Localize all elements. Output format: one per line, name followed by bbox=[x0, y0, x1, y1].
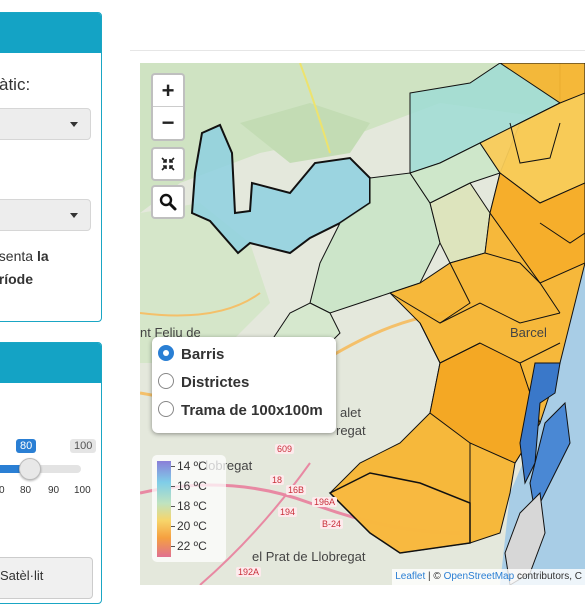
basemap-button-label: Satèl·lit bbox=[0, 568, 44, 583]
legend-label: 16 ºC bbox=[171, 479, 207, 493]
road-label: 196A bbox=[312, 497, 338, 507]
temperature-legend: 14 ºC 16 ºC 18 ºC 20 ºC 22 ºC bbox=[152, 455, 226, 562]
legend-label: 22 ºC bbox=[171, 539, 207, 553]
map-attribution: Leaflet | © OpenStreetMap contributors, … bbox=[392, 569, 585, 585]
road-label: 194 bbox=[278, 507, 298, 517]
layer-option-label: Trama de 100x100m bbox=[181, 402, 323, 419]
place-label: alet bbox=[340, 405, 361, 420]
radio-selected[interactable] bbox=[158, 345, 174, 361]
slider-tick: 90 bbox=[48, 485, 60, 496]
legend-label: 20 ºC bbox=[171, 519, 207, 533]
osm-link[interactable]: OpenStreetMap bbox=[444, 571, 515, 582]
road-label: 609 bbox=[275, 444, 295, 454]
slider-current-badge: 80 bbox=[16, 439, 37, 453]
settings-panel: àtic: esenta la eríode bbox=[0, 12, 102, 322]
map-view[interactable]: nt Feliu de Llobregat el Prat de Llobreg… bbox=[140, 63, 585, 585]
slider-tick: 0 bbox=[0, 485, 5, 496]
legend-color-ramp bbox=[157, 461, 171, 557]
description-line-1: esenta la bbox=[0, 248, 49, 264]
road-label: 16B bbox=[286, 485, 307, 495]
place-label: el Prat de Llobregat bbox=[252, 549, 366, 564]
zoom-out-button[interactable]: − bbox=[153, 107, 183, 138]
panel-header bbox=[0, 343, 101, 383]
variable-select[interactable] bbox=[0, 108, 91, 140]
place-label: Barcel bbox=[510, 325, 547, 340]
road-label: 192A bbox=[236, 567, 262, 577]
layer-option-trama[interactable]: Trama de 100x100m bbox=[158, 401, 323, 423]
place-label: regat bbox=[336, 423, 366, 438]
slider-tick: 80 bbox=[20, 485, 32, 496]
collapse-icon bbox=[161, 157, 175, 171]
search-icon bbox=[159, 193, 177, 211]
road-label: 18 bbox=[270, 475, 285, 485]
opacity-slider[interactable] bbox=[0, 458, 81, 480]
fullscreen-button[interactable] bbox=[151, 147, 185, 181]
divider bbox=[130, 50, 585, 51]
description-line-2: eríode bbox=[0, 271, 34, 287]
radio-unselected[interactable] bbox=[158, 373, 174, 389]
layer-option-label: Districtes bbox=[181, 374, 250, 391]
slider-handle[interactable] bbox=[19, 458, 41, 480]
zoom-in-button[interactable]: + bbox=[153, 75, 183, 107]
slider-max-badge: 100 bbox=[70, 439, 97, 453]
legend-label: 18 ºC bbox=[171, 499, 207, 513]
layer-selector: Barris Districtes Trama de 100x100m bbox=[152, 337, 336, 433]
opacity-panel: 80 100 0 80 90 100 Satèl·lit bbox=[0, 342, 102, 604]
chevron-down-icon bbox=[70, 122, 78, 127]
attribution-separator: | © bbox=[425, 571, 444, 582]
layer-option-barris[interactable]: Barris bbox=[158, 345, 224, 367]
legend-label: 14 ºC bbox=[171, 459, 207, 473]
panel-header bbox=[0, 13, 101, 53]
layer-option-districtes[interactable]: Districtes bbox=[158, 373, 249, 395]
search-button[interactable] bbox=[151, 185, 185, 219]
layer-option-label: Barris bbox=[181, 346, 225, 363]
road-label: B-24 bbox=[320, 519, 344, 529]
zoom-control: + − bbox=[151, 73, 185, 141]
variable-label: àtic: bbox=[0, 75, 31, 94]
period-select[interactable] bbox=[0, 199, 91, 231]
chevron-down-icon bbox=[70, 213, 78, 218]
attribution-text: contributors, C bbox=[514, 571, 582, 582]
basemap-satellite-button[interactable]: Satèl·lit bbox=[0, 557, 93, 599]
slider-tick: 100 bbox=[74, 485, 91, 496]
radio-unselected[interactable] bbox=[158, 401, 174, 417]
leaflet-link[interactable]: Leaflet bbox=[395, 571, 425, 582]
